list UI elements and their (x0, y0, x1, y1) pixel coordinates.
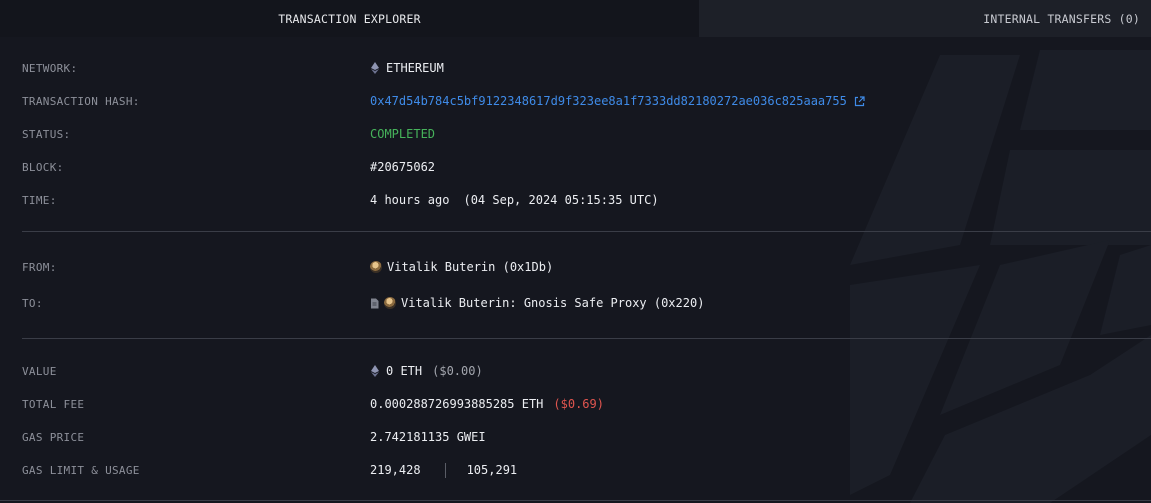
value-row: VALUE 0 ETH ($0.00) (0, 361, 1151, 381)
from-label: FROM: (22, 260, 57, 274)
ethereum-icon (370, 62, 380, 74)
section-divider (22, 231, 1151, 232)
block-label: BLOCK: (22, 160, 64, 174)
network-value: ETHEREUM (370, 61, 444, 75)
gas-limit-label: GAS LIMIT & USAGE (22, 463, 140, 477)
gas-limit-row: GAS LIMIT & USAGE 219,428 105,291 (0, 460, 1151, 480)
tab-internal-transfers[interactable]: INTERNAL TRANSFERS (0) (699, 0, 1151, 37)
value-label: VALUE (22, 364, 57, 378)
gas-price-value: 2.742181135 GWEI (370, 430, 486, 444)
from-address[interactable]: Vitalik Buterin (0x1Db) (387, 260, 553, 274)
total-fee-eth: 0.000288726993885285 ETH (370, 397, 544, 411)
external-link-icon[interactable] (854, 95, 865, 107)
gas-limit: 219,428 (370, 463, 421, 477)
block-row: BLOCK: #20675062 (0, 157, 1151, 177)
status-label: STATUS: (22, 127, 71, 141)
to-avatar (384, 297, 396, 309)
total-fee-usd: ($0.69) (553, 397, 604, 411)
section-divider (0, 500, 1151, 501)
network-label: NETWORK: (22, 61, 78, 75)
to-value[interactable]: Vitalik Buterin: Gnosis Safe Proxy (0x22… (370, 296, 704, 310)
gas-price-label: GAS PRICE (22, 430, 85, 444)
time-relative: 4 hours ago (370, 193, 450, 207)
gas-usage: 105,291 (466, 463, 518, 477)
time-value: 4 hours ago (04 Sep, 2024 05:15:35 UTC) (370, 193, 659, 207)
time-row: TIME: 4 hours ago (04 Sep, 2024 05:15:35… (0, 190, 1151, 210)
transaction-hash-value: 0x47d54b784c5bf9122348617d9f323ee8a1f733… (370, 94, 865, 108)
value-eth: 0 ETH (386, 364, 423, 378)
to-row: TO: Vitalik Buterin: Gnosis Safe Proxy (… (0, 293, 1151, 313)
from-avatar (370, 261, 382, 273)
transaction-hash-label: TRANSACTION HASH: (22, 94, 140, 108)
total-fee-value: 0.000288726993885285 ETH ($0.69) (370, 397, 604, 411)
tab-internal-transfers-label: INTERNAL TRANSFERS (0) (983, 11, 1140, 26)
block-value: #20675062 (370, 160, 436, 174)
gas-limit-value: 219,428 105,291 (370, 462, 518, 478)
to-label: TO: (22, 296, 43, 310)
network-row: NETWORK: ETHEREUM (0, 58, 1151, 78)
total-fee-row: TOTAL FEE 0.000288726993885285 ETH ($0.6… (0, 394, 1151, 414)
tab-transaction-explorer[interactable]: TRANSACTION EXPLORER (0, 0, 699, 37)
tab-bar: TRANSACTION EXPLORER INTERNAL TRANSFERS … (0, 0, 1151, 37)
hash-row: TRANSACTION HASH: 0x47d54b784c5bf9122348… (0, 91, 1151, 111)
gas-price-row: GAS PRICE 2.742181135 GWEI (0, 427, 1151, 447)
time-label: TIME: (22, 193, 57, 207)
status-value: COMPLETED (370, 127, 436, 141)
value-usd: ($0.00) (432, 364, 483, 378)
value-amount: 0 ETH ($0.00) (370, 364, 483, 378)
from-row: FROM: Vitalik Buterin (0x1Db) (0, 257, 1151, 277)
total-fee-label: TOTAL FEE (22, 397, 85, 411)
ethereum-icon (370, 365, 380, 377)
contract-icon (370, 298, 379, 309)
gas-separator (444, 462, 446, 478)
section-divider (22, 338, 1151, 339)
status-row: STATUS: COMPLETED (0, 124, 1151, 144)
from-value[interactable]: Vitalik Buterin (0x1Db) (370, 260, 553, 274)
time-absolute: (04 Sep, 2024 05:15:35 UTC) (463, 193, 659, 207)
transaction-hash-link[interactable]: 0x47d54b784c5bf9122348617d9f323ee8a1f733… (370, 94, 847, 108)
network-name: ETHEREUM (386, 61, 444, 75)
tab-transaction-explorer-label: TRANSACTION EXPLORER (278, 11, 421, 26)
to-address[interactable]: Vitalik Buterin: Gnosis Safe Proxy (0x22… (401, 296, 704, 310)
